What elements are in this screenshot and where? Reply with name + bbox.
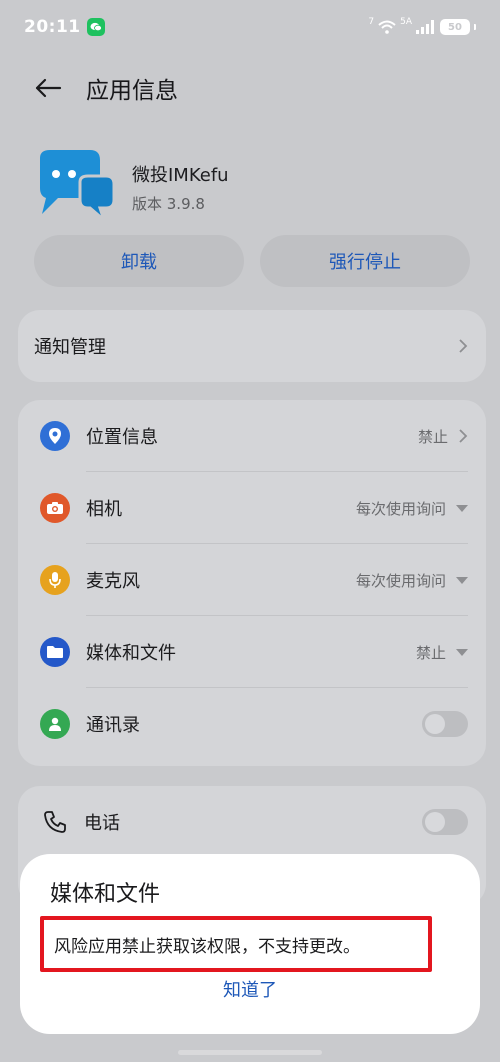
permission-row-phone: 电话 [18, 786, 486, 858]
chevron-right-icon [459, 429, 468, 443]
dropdown-triangle-icon [456, 576, 468, 584]
permission-row-microphone[interactable]: 麦克风 每次使用询问 [18, 544, 486, 616]
permission-value: 禁止 [417, 427, 448, 446]
wifi-label: 7 [368, 17, 375, 27]
phone-toggle[interactable] [422, 809, 468, 835]
chat-bubbles-icon [34, 148, 116, 226]
status-time: 20:11 [24, 17, 81, 37]
permission-value: 禁止 [415, 643, 446, 662]
force-stop-button[interactable]: 强行停止 [260, 235, 470, 287]
permission-label: 电话 [84, 813, 120, 834]
permission-label: 相机 [86, 499, 122, 520]
home-indicator[interactable] [178, 1050, 322, 1055]
dropdown-triangle-icon [456, 648, 468, 656]
notification-card: 通知管理 [18, 310, 486, 382]
permission-label: 媒体和文件 [86, 643, 176, 664]
app-name: 微投IMKefu [132, 164, 229, 186]
header: 应用信息 [0, 58, 500, 118]
app-info: 微投IMKefu 版本 3.9.8 [34, 148, 229, 226]
permission-label: 麦克风 [86, 571, 140, 592]
permission-label: 位置信息 [86, 427, 158, 448]
signal-label: 5A [400, 17, 412, 27]
battery-icon: 50 [440, 19, 470, 35]
uninstall-button[interactable]: 卸载 [34, 235, 244, 287]
microphone-icon [40, 565, 70, 595]
notification-management-row[interactable]: 通知管理 [18, 310, 486, 382]
highlight-box: 风险应用禁止获取该权限，不支持更改。 [40, 916, 432, 972]
permission-row-camera[interactable]: 相机 每次使用询问 [18, 472, 486, 544]
dropdown-triangle-icon [456, 504, 468, 512]
chevron-right-icon [459, 339, 468, 353]
permission-value: 每次使用询问 [355, 499, 446, 518]
contacts-icon [40, 709, 70, 739]
folder-icon [40, 637, 70, 667]
phone-icon [40, 807, 70, 837]
permission-row-location[interactable]: 位置信息 禁止 [18, 400, 486, 472]
wifi-icon [378, 20, 396, 34]
media-files-dialog: 媒体和文件 风险应用禁止获取该权限，不支持更改。 知道了 [20, 854, 480, 1034]
back-arrow-icon[interactable] [34, 73, 64, 103]
status-bar: 20:11 7 5A 50 [0, 0, 500, 54]
contacts-toggle[interactable] [422, 711, 468, 737]
got-it-button[interactable]: 知道了 [20, 976, 480, 1002]
permission-value: 每次使用询问 [355, 571, 446, 590]
permissions-card: 位置信息 禁止 相机 每次使用询问 麦克风 每次使用询问 媒体和文件 禁止 通讯… [18, 400, 486, 766]
permission-row-contacts: 通讯录 [18, 688, 486, 760]
wechat-notification-icon [86, 18, 105, 36]
signal-icon [416, 20, 434, 34]
location-icon [40, 421, 70, 451]
permission-label: 通讯录 [86, 715, 140, 736]
app-text: 微投IMKefu 版本 3.9.8 [132, 161, 229, 214]
page-title: 应用信息 [86, 78, 178, 104]
battery-tip [474, 24, 476, 30]
status-indicators: 7 5A 50 [368, 17, 476, 35]
dialog-title: 媒体和文件 [50, 882, 161, 907]
app-version: 版本 3.9.8 [132, 194, 205, 213]
notification-label: 通知管理 [34, 337, 106, 358]
camera-icon [40, 493, 70, 523]
permission-row-media-files[interactable]: 媒体和文件 禁止 [18, 616, 486, 688]
dialog-message: 风险应用禁止获取该权限，不支持更改。 [54, 937, 360, 957]
